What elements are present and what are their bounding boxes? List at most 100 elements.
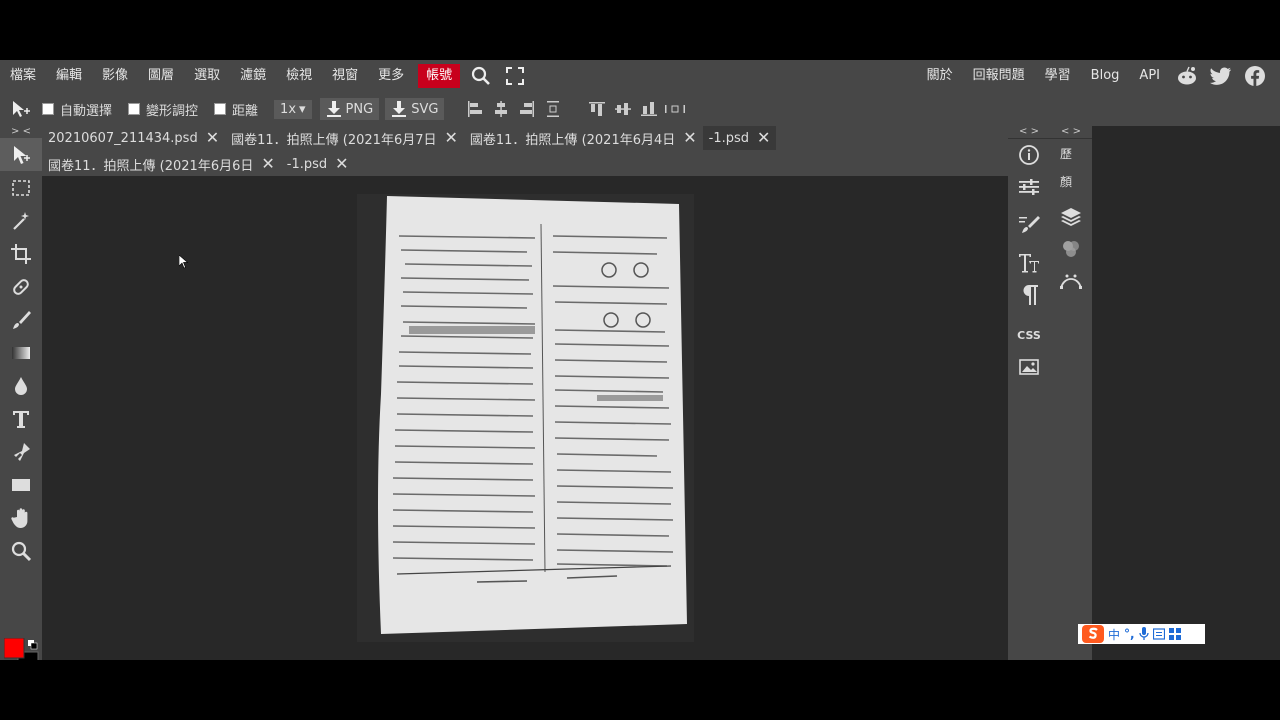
color-swatches[interactable]: [3, 637, 44, 660]
download-icon: [392, 101, 407, 117]
export-png-button[interactable]: PNG: [319, 98, 380, 120]
image-icon[interactable]: [1008, 351, 1050, 383]
punctuation-icon[interactable]: °,: [1124, 627, 1135, 641]
menu-image[interactable]: 影像: [92, 60, 138, 92]
twitter-icon[interactable]: [1204, 60, 1238, 92]
brush-tool-icon[interactable]: [0, 303, 42, 336]
menu-blog[interactable]: Blog: [1081, 60, 1130, 92]
move-tool-indicator-icon[interactable]: [0, 92, 42, 126]
microphone-icon[interactable]: [1138, 627, 1149, 641]
align-center-horizontal-icon[interactable]: [488, 96, 514, 122]
auto-select-checkbox[interactable]: [42, 103, 54, 115]
layers-icon[interactable]: [1050, 201, 1092, 233]
transform-checkbox[interactable]: [128, 103, 141, 115]
menu-filter[interactable]: 濾鏡: [230, 60, 276, 92]
magic-wand-icon[interactable]: [0, 204, 42, 237]
menu-report-bug[interactable]: 回報問題: [963, 60, 1035, 92]
ime-mode-label: 中: [1108, 627, 1121, 642]
menu-window[interactable]: 視窗: [322, 60, 368, 92]
swatches-panel-tab[interactable]: 顏: [1050, 167, 1092, 195]
tab-document-3[interactable]: 國卷11．拍照上傳 (2021年6月4日 ✕: [463, 126, 703, 150]
move-tool-icon[interactable]: [0, 138, 42, 171]
sogou-logo-icon: [1082, 625, 1104, 643]
facebook-icon[interactable]: [1238, 60, 1272, 92]
align-right-icon[interactable]: [514, 96, 540, 122]
menu-select[interactable]: 選取: [184, 60, 230, 92]
paths-icon[interactable]: [1050, 265, 1092, 297]
tab-row-2: 國卷11．拍照上傳 (2021年6月6日 ✕ -1.psd ✕: [42, 152, 1008, 176]
align-bottom-icon[interactable]: [636, 96, 662, 122]
tab-document-2[interactable]: 國卷11．拍照上傳 (2021年6月7日 ✕: [225, 126, 464, 150]
close-icon[interactable]: ✕: [335, 156, 348, 172]
history-panel-tab[interactable]: 歷: [1050, 139, 1092, 167]
character-icon[interactable]: [1008, 247, 1050, 279]
document-image[interactable]: [357, 194, 694, 642]
align-left-icon[interactable]: [462, 96, 488, 122]
panel-expand-arrows[interactable]: < >: [1008, 126, 1050, 139]
brush-settings-icon[interactable]: [1008, 209, 1050, 241]
close-icon[interactable]: ✕: [444, 130, 457, 146]
ime-toolbar[interactable]: 中 °,: [1078, 624, 1205, 644]
tab-document-6[interactable]: -1.psd ✕: [280, 152, 355, 176]
tab-document-5[interactable]: 國卷11．拍照上傳 (2021年6月6日 ✕: [42, 152, 281, 176]
channels-icon[interactable]: [1050, 233, 1092, 265]
marquee-tool-icon[interactable]: [0, 171, 42, 204]
right-label-panel: < > 歷 顏: [1050, 126, 1092, 660]
distance-option[interactable]: 距離: [214, 100, 258, 119]
hand-tool-icon[interactable]: [0, 501, 42, 534]
tab-label: 20210607_211434.psd: [48, 130, 198, 146]
menu-view[interactable]: 檢視: [276, 60, 322, 92]
shape-tool-icon[interactable]: [0, 468, 42, 501]
menu-edit[interactable]: 編輯: [46, 60, 92, 92]
close-icon[interactable]: ✕: [261, 156, 274, 172]
menu-api[interactable]: API: [1129, 60, 1170, 92]
align-middle-icon[interactable]: [610, 96, 636, 122]
search-icon[interactable]: [464, 60, 498, 92]
zoom-select[interactable]: 1x ▾: [274, 99, 312, 119]
canvas-area[interactable]: [42, 176, 1008, 660]
auto-select-option[interactable]: 自動選擇: [42, 100, 112, 119]
pen-tool-icon[interactable]: [0, 435, 42, 468]
tab-document-1[interactable]: 20210607_211434.psd ✕: [42, 126, 226, 150]
menu-layer[interactable]: 圖層: [138, 60, 184, 92]
menu-bar: 檔案 編輯 影像 圖層 選取 濾鏡 檢視 視窗 更多 帳號 關於 回報問題 學習…: [0, 60, 1280, 92]
mouse-cursor-icon: [179, 255, 189, 269]
distribute-horizontal-icon[interactable]: [662, 96, 688, 122]
tab-document-4[interactable]: -1.psd ✕: [702, 126, 777, 150]
crop-tool-icon[interactable]: [0, 237, 42, 270]
info-icon[interactable]: [1008, 139, 1050, 171]
fullscreen-icon[interactable]: [498, 60, 532, 92]
tab-label: 國卷11．拍照上傳 (2021年6月6日: [48, 158, 254, 174]
blur-tool-icon[interactable]: [0, 369, 42, 402]
menu-account[interactable]: 帳號: [418, 64, 461, 88]
panel-expand-arrows[interactable]: < >: [1050, 126, 1092, 139]
type-tool-icon[interactable]: [0, 402, 42, 435]
close-icon[interactable]: ✕: [206, 130, 219, 146]
menu-about[interactable]: 關於: [917, 60, 963, 92]
keyboard-icon[interactable]: [1152, 628, 1165, 640]
tools-panel: > <: [0, 126, 42, 660]
menu-file[interactable]: 檔案: [0, 60, 46, 92]
close-icon[interactable]: ✕: [683, 130, 696, 146]
export-svg-label: SVG: [411, 101, 439, 117]
export-svg-button[interactable]: SVG: [385, 98, 445, 120]
collapse-tools-arrows[interactable]: > <: [0, 126, 42, 138]
zoom-tool-icon[interactable]: [0, 534, 42, 567]
paragraph-icon[interactable]: [1008, 279, 1050, 311]
grid-menu-icon[interactable]: [1168, 628, 1181, 640]
adjustments-icon[interactable]: [1008, 171, 1050, 203]
healing-brush-icon[interactable]: [0, 270, 42, 303]
menu-more[interactable]: 更多: [368, 60, 414, 92]
transform-option[interactable]: 變形調控: [128, 100, 198, 119]
align-top-icon[interactable]: [584, 96, 610, 122]
tab-label: -1.psd: [286, 156, 328, 172]
distance-checkbox[interactable]: [214, 103, 227, 115]
gradient-tool-icon[interactable]: [0, 336, 42, 369]
css-icon[interactable]: CSS: [1008, 319, 1050, 351]
menu-right-group: 關於 回報問題 學習 Blog API: [917, 60, 1280, 92]
menu-learn[interactable]: 學習: [1035, 60, 1081, 92]
exam-paper-photo: [357, 194, 694, 642]
distribute-vertical-icon[interactable]: [540, 96, 566, 122]
close-icon[interactable]: ✕: [757, 130, 770, 146]
reddit-icon[interactable]: [1170, 60, 1204, 92]
